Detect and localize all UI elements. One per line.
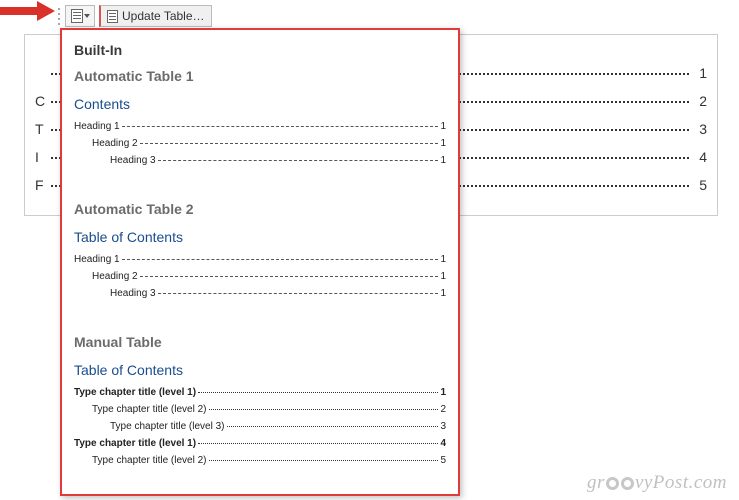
- doc-toc-page: 3: [693, 121, 707, 137]
- row-label: Type chapter title (level 3): [110, 418, 225, 435]
- gallery-option-row: Heading 3 1: [74, 152, 446, 169]
- row-label: Heading 1: [74, 251, 120, 268]
- update-table-label: Update Table…: [122, 9, 205, 23]
- chevron-down-icon: [84, 14, 90, 18]
- toc-dropdown-button[interactable]: [65, 5, 95, 27]
- row-label: Type chapter title (level 1): [74, 435, 196, 452]
- row-page: 1: [440, 135, 446, 152]
- row-label: Type chapter title (level 1): [74, 384, 196, 401]
- row-label: Type chapter title (level 2): [92, 401, 207, 418]
- page-icon: [71, 9, 83, 23]
- gallery-option-title: Manual Table: [74, 334, 446, 350]
- row-page: 1: [440, 285, 446, 302]
- leader-dots: [140, 276, 439, 277]
- row-label: Heading 2: [92, 268, 138, 285]
- gallery-option-subtitle: Table of Contents: [74, 229, 446, 245]
- gallery-option-row: Type chapter title (level 2) 5: [74, 452, 446, 469]
- pointer-arrow: [0, 0, 65, 27]
- toc-gallery-dropdown[interactable]: Built-In Automatic Table 1 Contents Headin…: [60, 28, 460, 496]
- doc-toc-page: 1: [693, 65, 707, 81]
- gallery-option[interactable]: Manual Table Table of Contents Type chapte…: [74, 334, 446, 469]
- row-label: Heading 3: [110, 285, 156, 302]
- row-page: 4: [440, 435, 446, 452]
- gallery-option-row: Heading 1 1: [74, 118, 446, 135]
- row-page: 1: [440, 118, 446, 135]
- gallery-option-subtitle: Contents: [74, 96, 446, 112]
- row-page: 2: [440, 401, 446, 418]
- page-icon: [107, 10, 118, 23]
- gallery-option-title: Automatic Table 1: [74, 68, 446, 84]
- toc-toolbar: Update Table…: [57, 4, 212, 28]
- doc-toc-page: 4: [693, 149, 707, 165]
- leader-dots: [158, 160, 439, 161]
- row-label: Heading 2: [92, 135, 138, 152]
- leader-dots: [209, 460, 439, 461]
- row-label: Heading 1: [74, 118, 120, 135]
- gallery-option-row: Type chapter title (level 1) 4: [74, 435, 446, 452]
- gallery-option-row: Type chapter title (level 1) 1: [74, 384, 446, 401]
- doc-toc-label: F: [35, 177, 47, 193]
- doc-toc-page: 5: [693, 177, 707, 193]
- leader-dots: [227, 426, 439, 427]
- gallery-option-row: Heading 3 1: [74, 285, 446, 302]
- doc-toc-page: 2: [693, 93, 707, 109]
- toolbar-grip[interactable]: [57, 6, 63, 26]
- doc-toc-label: T: [35, 121, 47, 137]
- gallery-option[interactable]: Automatic Table 2 Table of Contents Headin…: [74, 201, 446, 302]
- row-label: Type chapter title (level 2): [92, 452, 207, 469]
- gallery-option-title: Automatic Table 2: [74, 201, 446, 217]
- leader-dots: [122, 126, 439, 127]
- leader-dots: [140, 143, 439, 144]
- gallery-section-label: Built-In: [74, 42, 446, 58]
- doc-toc-label: I: [35, 149, 47, 165]
- update-table-button[interactable]: Update Table…: [99, 5, 212, 27]
- leader-dots: [209, 409, 439, 410]
- row-page: 5: [440, 452, 446, 469]
- row-page: 1: [440, 268, 446, 285]
- leader-dots: [198, 392, 438, 393]
- row-page: 1: [440, 152, 446, 169]
- row-page: 3: [440, 418, 446, 435]
- gallery-option-row: Heading 2 1: [74, 268, 446, 285]
- gallery-option-subtitle: Table of Contents: [74, 362, 446, 378]
- doc-toc-label: C: [35, 93, 47, 109]
- gallery-option[interactable]: Automatic Table 1ContentsHeading 11Headi…: [74, 68, 446, 169]
- gallery-option-row: Heading 2 1: [74, 135, 446, 152]
- row-page: 1: [440, 384, 446, 401]
- row-page: 1: [440, 251, 446, 268]
- gallery-option-row: Type chapter title (level 2) 2: [74, 401, 446, 418]
- watermark: grvyPost.com: [587, 472, 727, 494]
- leader-dots: [158, 293, 439, 294]
- gallery-option-row: Type chapter title (level 3) 3: [74, 418, 446, 435]
- leader-dots: [122, 259, 439, 260]
- row-label: Heading 3: [110, 152, 156, 169]
- leader-dots: [198, 443, 438, 444]
- gallery-option-row: Heading 1 1: [74, 251, 446, 268]
